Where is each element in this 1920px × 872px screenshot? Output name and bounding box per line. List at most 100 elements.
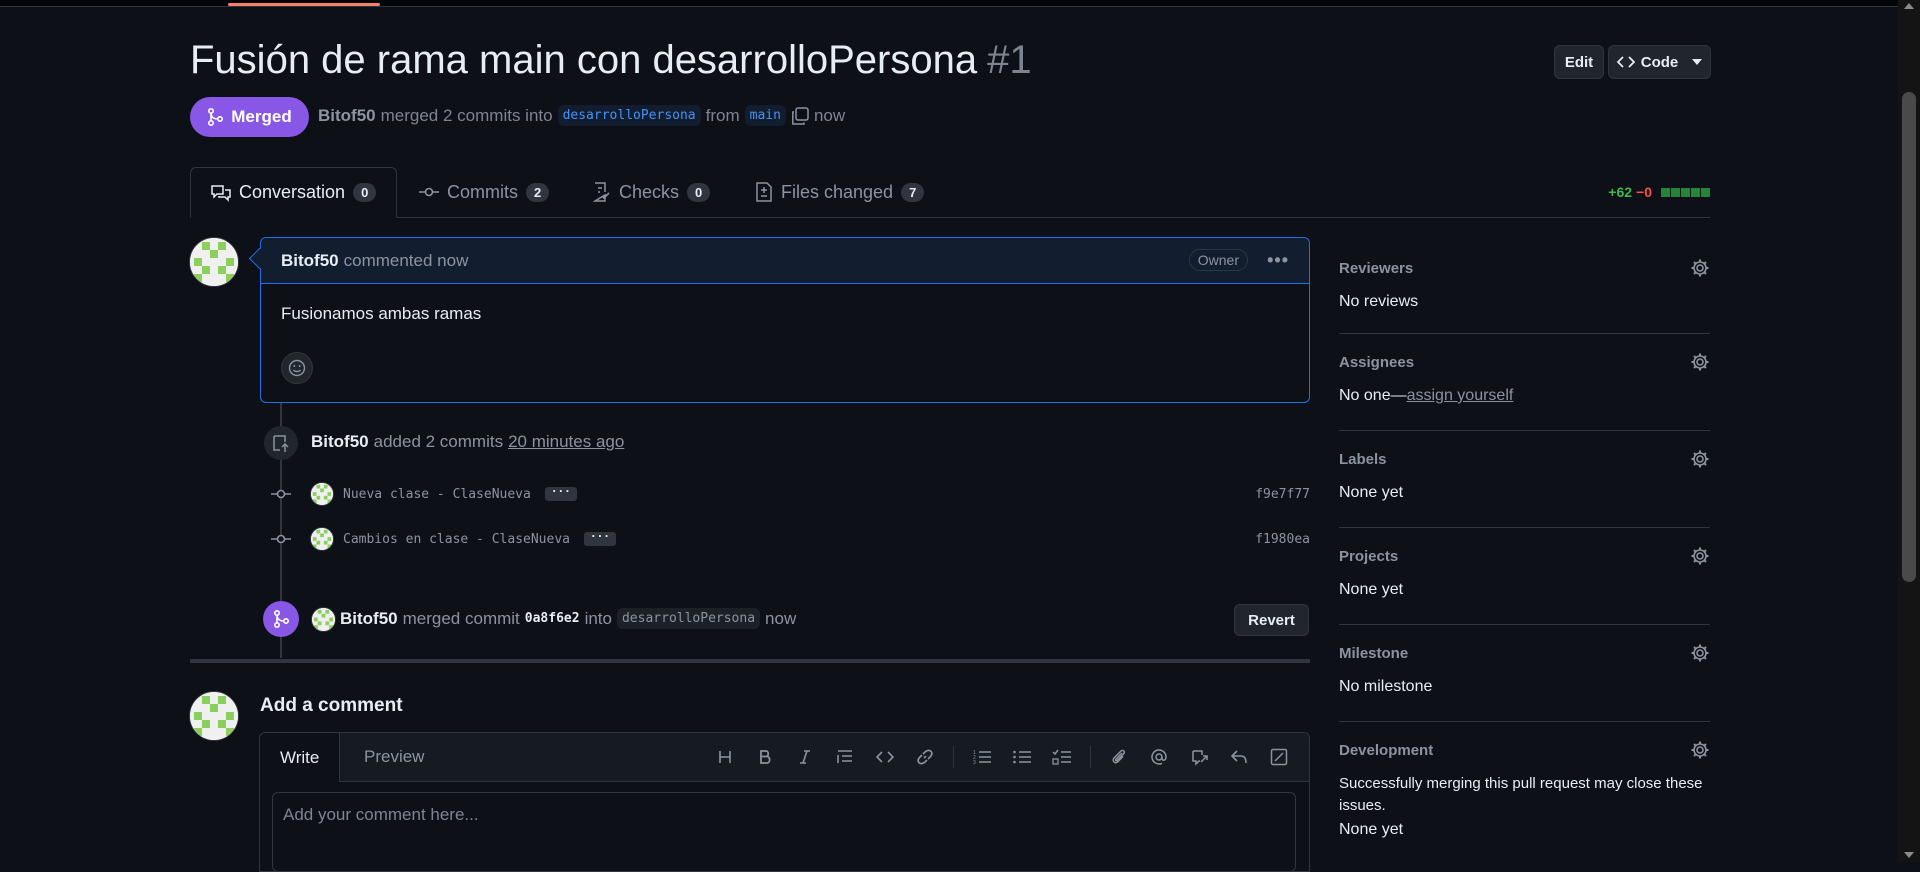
file-diff-icon: [756, 182, 772, 202]
current-user-avatar[interactable]: [189, 691, 239, 741]
git-merge-icon: [263, 601, 299, 637]
scrollbar-thumb[interactable]: [1902, 92, 1916, 582]
pr-number: #1: [987, 38, 1032, 82]
add-reaction-button[interactable]: [281, 352, 313, 384]
revert-button[interactable]: Revert: [1234, 604, 1309, 636]
code-button[interactable]: Code: [1608, 45, 1711, 79]
merge-event-author[interactable]: Bitof50: [340, 609, 398, 629]
code-button-label: Code: [1640, 53, 1679, 71]
pr-meta: Bitof50 merged 2 commits into desarrollo…: [318, 105, 845, 126]
tab-commits-label: Commits: [447, 181, 518, 202]
comment-author[interactable]: Bitof50: [281, 251, 339, 271]
assignees-heading[interactable]: Assignees: [1339, 354, 1414, 371]
heading-icon[interactable]: [705, 733, 745, 781]
diffstat-deletions: −0: [1636, 184, 1652, 200]
tab-checks[interactable]: Checks 0: [573, 167, 730, 217]
paperclip-icon[interactable]: [1099, 733, 1139, 781]
kebab-horizontal-icon[interactable]: •••: [1267, 250, 1289, 271]
cross-reference-icon[interactable]: [1179, 733, 1219, 781]
comment-body: Fusionamos ambas ramas: [281, 304, 482, 323]
checklist-icon: [593, 182, 610, 202]
toolbar-divider: [1090, 746, 1091, 768]
assignees-section: Assignees No one—assign yourself: [1339, 334, 1710, 431]
tasklist-icon[interactable]: [1042, 733, 1082, 781]
pr-title: Fusión de rama main con desarrolloPerson…: [190, 38, 1032, 83]
gear-icon[interactable]: [1690, 258, 1710, 278]
tab-write[interactable]: Write: [260, 733, 341, 782]
quote-icon[interactable]: [825, 733, 865, 781]
repo-push-icon: [264, 426, 298, 460]
comment-textarea[interactable]: Add your comment here...: [272, 792, 1296, 872]
merged-state-label: Merged: [231, 107, 292, 126]
expand-commit-button[interactable]: ···: [544, 486, 577, 501]
diffstat-block: [1681, 187, 1690, 197]
mention-icon[interactable]: [1139, 733, 1179, 781]
commit-author-avatar[interactable]: [310, 527, 334, 551]
ordered-list-icon[interactable]: 123: [962, 733, 1002, 781]
comment-action: commented now: [343, 250, 469, 270]
reviewers-heading[interactable]: Reviewers: [1339, 260, 1413, 277]
markdown-toolbar: 123: [705, 733, 1299, 781]
active-nav-indicator: [228, 3, 380, 6]
pr-author-link[interactable]: Bitof50: [318, 106, 376, 126]
commit-message-link[interactable]: Nueva clase - ClaseNueva: [343, 487, 531, 502]
reviewers-section: Reviewers No reviews: [1339, 240, 1710, 334]
projects-heading[interactable]: Projects: [1339, 548, 1398, 565]
code-icon: [1616, 56, 1635, 68]
gear-icon[interactable]: [1690, 643, 1710, 663]
labels-heading[interactable]: Labels: [1339, 451, 1387, 468]
scroll-up-arrow-icon[interactable]: [1904, 3, 1914, 9]
italic-icon[interactable]: [785, 733, 825, 781]
edit-button[interactable]: Edit: [1554, 45, 1604, 79]
development-section: Development Successfully merging this pu…: [1339, 722, 1710, 872]
commits-event-author[interactable]: Bitof50: [311, 432, 369, 452]
pr-merged-text: merged 2 commits into: [380, 105, 553, 125]
gear-icon[interactable]: [1690, 740, 1710, 760]
comment-discussion-icon: [211, 184, 231, 202]
gear-icon[interactable]: [1690, 449, 1710, 469]
commit-sha[interactable]: f9e7f77: [1255, 487, 1310, 502]
tab-files-changed[interactable]: Files changed 7: [735, 167, 944, 217]
code-icon[interactable]: [865, 733, 905, 781]
tab-conversation-count: 0: [353, 183, 377, 202]
tab-files-changed-label: Files changed: [781, 181, 894, 202]
labels-section: Labels None yet: [1339, 431, 1710, 528]
gear-icon[interactable]: [1690, 546, 1710, 566]
tab-preview[interactable]: Preview: [344, 733, 444, 781]
commit-author-avatar[interactable]: [310, 482, 334, 506]
base-branch-label[interactable]: desarrolloPersona: [557, 105, 701, 126]
page-scrollbar[interactable]: [1898, 0, 1920, 862]
commits-added-event: Bitof50 added 2 commits 20 minutes ago: [311, 432, 624, 452]
scroll-down-arrow-icon[interactable]: [1904, 852, 1914, 858]
merge-commit-sha[interactable]: 0a8f6e2: [525, 611, 580, 626]
toolbar-divider: [953, 746, 954, 768]
tab-checks-count: 0: [687, 182, 711, 202]
tab-commits[interactable]: Commits 2: [399, 167, 569, 217]
pr-from-text: from: [705, 105, 740, 125]
head-branch-label[interactable]: main: [744, 105, 786, 126]
gear-icon[interactable]: [1690, 352, 1710, 372]
merge-target-branch[interactable]: desarrolloPersona: [616, 608, 761, 629]
merge-event-action: merged commit: [402, 608, 520, 628]
tab-conversation[interactable]: Conversation 0: [190, 167, 398, 218]
milestone-heading[interactable]: Milestone: [1339, 645, 1408, 662]
assign-yourself-link[interactable]: assign yourself: [1407, 387, 1514, 404]
development-heading[interactable]: Development: [1339, 742, 1433, 759]
expand-commit-button[interactable]: ···: [583, 531, 616, 546]
avatar[interactable]: [189, 237, 239, 287]
caret-down-icon: [1692, 59, 1703, 65]
copy-icon[interactable]: [791, 106, 809, 125]
reply-icon[interactable]: [1219, 733, 1259, 781]
link-icon[interactable]: [905, 733, 945, 781]
bold-icon[interactable]: [745, 733, 785, 781]
commit-message-link[interactable]: Cambios en clase - ClaseNueva: [343, 532, 570, 547]
commit-sha[interactable]: f1980ea: [1255, 532, 1310, 547]
unordered-list-icon[interactable]: [1002, 733, 1042, 781]
git-commit-icon: [419, 187, 439, 197]
merge-into-text: into: [584, 608, 612, 628]
fullscreen-icon[interactable]: [1259, 733, 1299, 781]
pr-sidebar: Reviewers No reviews Assignees No one—as…: [1339, 240, 1710, 872]
merge-author-avatar[interactable]: [311, 607, 336, 632]
diffstat: +62 −0: [1608, 184, 1710, 200]
commits-event-time[interactable]: 20 minutes ago: [508, 432, 624, 452]
